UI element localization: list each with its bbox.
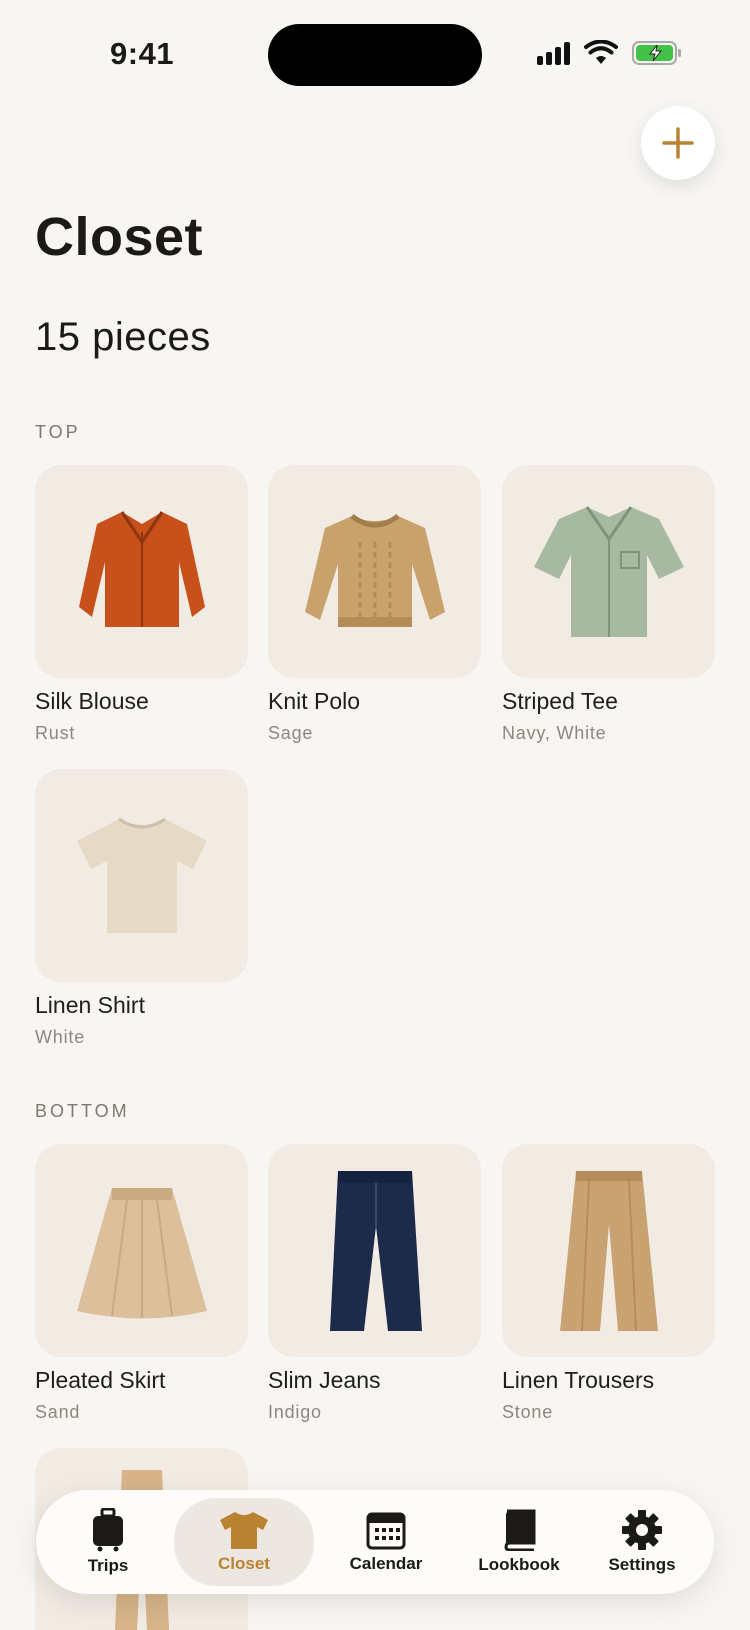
- tab-trips[interactable]: Trips: [68, 1490, 148, 1594]
- item-thumbnail: [35, 465, 248, 678]
- tab-label: Trips: [87, 1556, 129, 1575]
- item-name: Knit Polo: [268, 688, 361, 714]
- add-item-button[interactable]: [641, 106, 715, 180]
- item-thumbnail: [268, 465, 481, 678]
- tab-label: Lookbook: [478, 1555, 560, 1574]
- tshirt-image: [76, 817, 207, 933]
- status-time: 9:41: [110, 36, 175, 71]
- luggage-icon: [93, 1508, 123, 1552]
- dynamic-island: [268, 24, 482, 86]
- tab-label: Closet: [218, 1554, 270, 1573]
- tab-label: Settings: [608, 1555, 676, 1574]
- signal-icon: [537, 41, 570, 65]
- status-bar: 9:41: [0, 0, 750, 100]
- tab-bar: Trips Closet Calendar Lookbook Settings: [36, 1490, 714, 1594]
- closet-item-card[interactable]: Knit Polo Sage: [268, 465, 481, 744]
- closet-item-card[interactable]: Striped Tee Navy, White: [502, 465, 715, 744]
- item-thumbnail: [502, 1144, 715, 1357]
- closet-item-card[interactable]: Slim Jeans Indigo: [268, 1144, 481, 1423]
- item-thumbnail: [268, 1144, 481, 1357]
- tab-calendar[interactable]: Calendar: [326, 1490, 446, 1594]
- wifi-icon: [584, 40, 618, 64]
- closet-item-card[interactable]: Linen Shirt White: [35, 769, 248, 1048]
- item-thumbnail: [502, 465, 715, 678]
- closet-item-card[interactable]: Pleated Skirt Sand: [35, 1144, 248, 1423]
- book-icon: [504, 1509, 536, 1551]
- item-thumbnail: [35, 1144, 248, 1357]
- item-color: Stone: [502, 1402, 554, 1422]
- piece-count: 15 pieces: [35, 315, 211, 359]
- gear-icon: [622, 1510, 662, 1550]
- tab-label: Calendar: [349, 1554, 423, 1573]
- item-name: Striped Tee: [502, 688, 618, 714]
- tshirt-icon: [220, 1512, 268, 1549]
- shirt-image: [533, 505, 684, 637]
- item-color: Rust: [35, 723, 76, 743]
- item-name: Linen Shirt: [35, 992, 145, 1018]
- item-color: Indigo: [268, 1402, 322, 1422]
- item-name: Slim Jeans: [268, 1367, 381, 1393]
- section-label-top: TOP: [35, 422, 81, 442]
- item-name: Silk Blouse: [35, 688, 149, 714]
- item-color: Navy, White: [502, 723, 607, 743]
- tab-settings[interactable]: Settings: [592, 1490, 692, 1594]
- calendar-icon: [366, 1512, 406, 1550]
- tab-lookbook[interactable]: Lookbook: [454, 1490, 584, 1594]
- blouse-image: [78, 510, 205, 627]
- jeans-image: [329, 1170, 422, 1331]
- sweater-image: [304, 513, 445, 627]
- item-color: White: [35, 1027, 86, 1047]
- battery-icon: [632, 41, 681, 65]
- closet-item-card[interactable]: Silk Blouse Rust: [35, 465, 248, 744]
- plus-icon: [662, 127, 694, 159]
- item-name: Pleated Skirt: [35, 1367, 166, 1393]
- item-color: Sage: [268, 723, 314, 743]
- section-label-bottom: BOTTOM: [35, 1101, 130, 1121]
- page-title: Closet: [35, 207, 204, 267]
- item-name: Linen Trousers: [502, 1367, 655, 1393]
- closet-item-card[interactable]: Linen Trousers Stone: [502, 1144, 715, 1423]
- tab-closet[interactable]: Closet: [174, 1498, 314, 1586]
- system-icons: [537, 40, 682, 66]
- item-color: Sand: [35, 1402, 81, 1422]
- skirt-image: [76, 1187, 207, 1318]
- item-thumbnail: [35, 769, 248, 982]
- trousers-image: [559, 1170, 658, 1331]
